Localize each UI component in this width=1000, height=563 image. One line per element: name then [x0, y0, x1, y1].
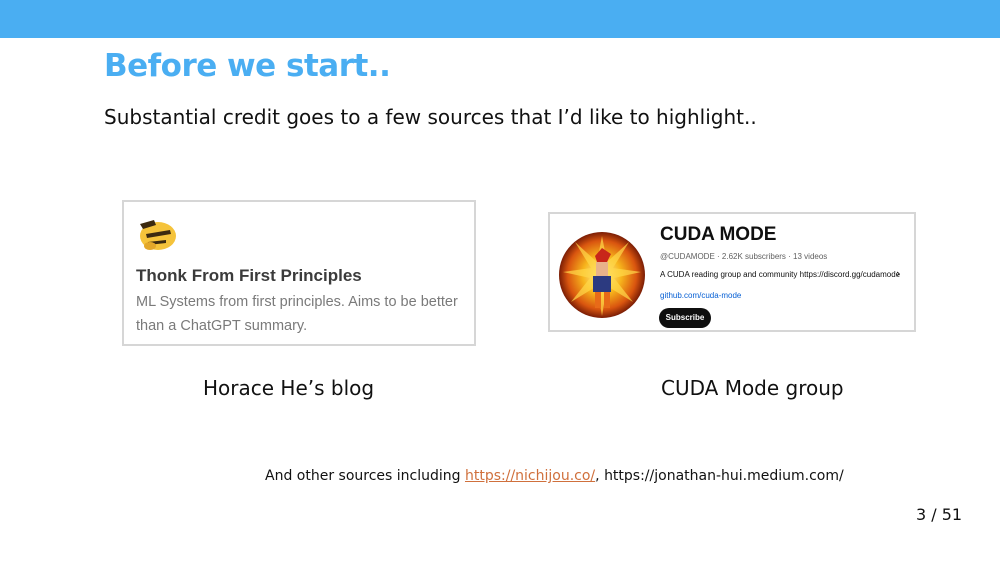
page-number: 3 / 51 [916, 505, 963, 524]
slide-subtitle: Substantial credit goes to a few sources… [104, 105, 757, 129]
subscribe-button[interactable]: Subscribe [659, 308, 711, 328]
sources-prefix: And other sources including [265, 468, 465, 484]
channel-description: A CUDA reading group and community https… [660, 270, 901, 279]
channel-meta: @CUDAMODE · 2.62K subscribers · 13 video… [660, 252, 828, 261]
slide-title: Before we start.. [104, 48, 391, 84]
blog-description: ML Systems from first principles. Aims t… [136, 294, 458, 334]
other-sources-line: And other sources including https://nich… [265, 468, 844, 484]
chevron-right-icon[interactable]: › [896, 267, 900, 280]
sources-separator: , [595, 468, 605, 484]
blog-caption: Horace He’s blog [203, 376, 375, 400]
channel-link[interactable]: github.com/cuda-mode [660, 291, 741, 300]
jonathan-hui-link[interactable]: https://jonathan-hui.medium.com/ [604, 468, 844, 484]
blog-name: Thonk From First Principles [136, 266, 362, 285]
cuda-caption: CUDA Mode group [661, 376, 844, 400]
blog-card[interactable]: Thonk From First Principles ML Systems f… [122, 200, 476, 346]
thinking-face-icon [136, 216, 178, 252]
cuda-mode-card[interactable]: CUDA MODE @CUDAMODE · 2.62K subscribers … [548, 212, 916, 332]
nichijou-link[interactable]: https://nichijou.co/ [465, 468, 595, 484]
top-accent-bar [0, 0, 1000, 38]
channel-name: CUDA MODE [660, 224, 777, 245]
channel-avatar [559, 232, 645, 318]
